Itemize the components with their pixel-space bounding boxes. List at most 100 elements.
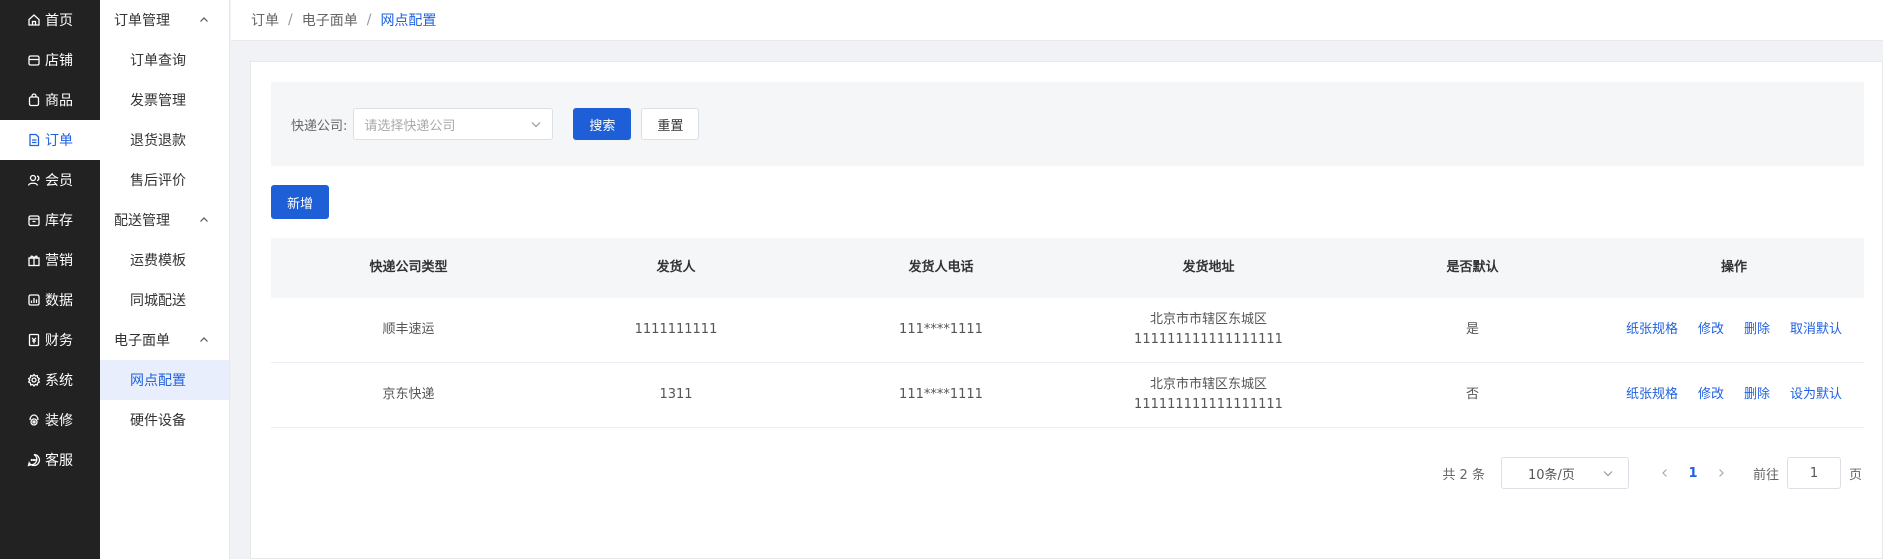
nav-item-goods[interactable]: 商品: [0, 80, 100, 120]
subnav-item-label: 运费模板: [130, 253, 186, 269]
table-row: 顺丰速运 1111111111 111****1111 北京市市辖区东城区 11…: [271, 298, 1864, 363]
subnav-item-local-delivery[interactable]: 同城配送: [100, 280, 229, 320]
table-row: 京东快递 1311 111****1111 北京市市辖区东城区 11111111…: [271, 363, 1864, 428]
chevron-up-icon: [200, 337, 208, 342]
nav-item-label: 订单: [45, 133, 73, 149]
nav-item-members[interactable]: 会员: [0, 160, 100, 200]
subnav-item-label: 售后评价: [130, 173, 186, 189]
company-cell: 京东快递: [382, 387, 435, 402]
subnav-item-label: 同城配送: [130, 293, 186, 309]
breadcrumb-item-waybill[interactable]: 电子面单: [302, 10, 358, 30]
courier-select[interactable]: 请选择快递公司: [353, 108, 554, 140]
subnav-group-delivery-management[interactable]: 配送管理: [100, 200, 229, 240]
subnav-item-label: 订单查询: [130, 53, 186, 69]
default-cell: 否: [1465, 387, 1479, 402]
breadcrumb-separator: /: [366, 12, 372, 28]
box-icon: [27, 213, 41, 227]
main-nav: 首页 店铺 商品 订单 会员 库存 营销 数据 财务 系统 装修 客服: [0, 0, 100, 559]
subnav-item-freight-template[interactable]: 运费模板: [100, 240, 229, 280]
main-content: 快递公司: 请选择快递公司 搜索 重置 新增 快递公司类型 发货人 发货人电话 …: [250, 61, 1883, 559]
nav-item-label: 系统: [45, 373, 73, 389]
subnav-item-order-query[interactable]: 订单查询: [100, 40, 229, 80]
nav-item-inventory[interactable]: 库存: [0, 200, 100, 240]
nav-item-finance[interactable]: 财务: [0, 320, 100, 360]
brush-icon: [27, 413, 41, 427]
breadcrumb-item-orders[interactable]: 订单: [251, 10, 279, 30]
goto-page-input[interactable]: [1786, 457, 1841, 489]
column-header: 操作: [1720, 260, 1747, 275]
chevron-up-icon: [200, 17, 208, 22]
nav-item-label: 会员: [45, 173, 73, 189]
gift-icon: [27, 253, 41, 267]
subnav-item-reviews[interactable]: 售后评价: [100, 160, 229, 200]
edit-link[interactable]: 修改: [1698, 320, 1724, 340]
subnav-group-order-management[interactable]: 订单管理: [100, 0, 229, 40]
breadcrumb: 订单 / 电子面单 / 网点配置: [231, 0, 1883, 41]
prev-page-button[interactable]: [1653, 468, 1677, 478]
nav-item-label: 商品: [45, 93, 73, 109]
subnav-group-label: 订单管理: [114, 13, 170, 29]
set-default-link[interactable]: 设为默认: [1790, 385, 1842, 405]
reset-button[interactable]: 重置: [641, 108, 700, 140]
nav-item-label: 营销: [45, 253, 73, 269]
nav-item-label: 首页: [45, 13, 73, 29]
delete-link[interactable]: 删除: [1744, 320, 1770, 340]
edit-link[interactable]: 修改: [1698, 385, 1724, 405]
cancel-default-link[interactable]: 取消默认: [1790, 320, 1842, 340]
column-header: 发货人: [656, 260, 696, 275]
document-icon: [27, 133, 41, 147]
nav-item-system[interactable]: 系统: [0, 360, 100, 400]
pagination: 共 2 条 10条/页 1 前往 页: [1442, 457, 1862, 489]
paper-spec-link[interactable]: 纸张规格: [1626, 320, 1678, 340]
nav-item-label: 财务: [45, 333, 73, 349]
next-page-button[interactable]: [1709, 468, 1733, 478]
subnav-item-invoice[interactable]: 发票管理: [100, 80, 229, 120]
page-size-value: 10条/页: [1527, 467, 1575, 483]
sender-cell: 1111111111: [634, 322, 718, 337]
chevron-up-icon: [200, 217, 208, 222]
page-number[interactable]: 1: [1677, 466, 1709, 481]
column-header: 是否默认: [1446, 260, 1499, 275]
subnav-group-label: 电子面单: [114, 333, 170, 349]
nav-item-marketing[interactable]: 营销: [0, 240, 100, 280]
nav-item-label: 店铺: [45, 53, 73, 69]
address-line: 北京市市辖区东城区: [1149, 377, 1267, 392]
chart-icon: [27, 293, 41, 307]
paper-spec-link[interactable]: 纸张规格: [1626, 385, 1678, 405]
nav-item-data[interactable]: 数据: [0, 280, 100, 320]
nav-item-orders[interactable]: 订单: [0, 120, 100, 160]
column-header: 快递公司类型: [369, 260, 448, 275]
breadcrumb-item-current: 网点配置: [380, 13, 437, 29]
delete-link[interactable]: 删除: [1744, 385, 1770, 405]
nav-item-home[interactable]: 首页: [0, 0, 100, 40]
default-cell: 是: [1465, 322, 1479, 337]
search-button[interactable]: 搜索: [573, 108, 632, 140]
shop-icon: [27, 53, 41, 67]
subnav-item-label: 发票管理: [130, 93, 186, 109]
address-line: 北京市市辖区东城区: [1149, 312, 1267, 327]
subnav-group-electronic-waybill[interactable]: 电子面单: [100, 320, 229, 360]
page-size-select[interactable]: 10条/页: [1500, 457, 1629, 489]
nav-item-shop[interactable]: 店铺: [0, 40, 100, 80]
page-unit-label: 页: [1848, 467, 1862, 483]
column-header: 发货人电话: [908, 260, 974, 275]
actions-cell: 纸张规格 修改 删除 设为默认: [1604, 385, 1864, 405]
subnav-item-refund[interactable]: 退货退款: [100, 120, 229, 160]
address-line: 111111111111111111: [1134, 332, 1283, 347]
courier-select-placeholder: 请选择快递公司: [364, 118, 456, 134]
chevron-down-icon: [1603, 471, 1613, 477]
chevron-right-icon: [1719, 469, 1724, 477]
nav-item-label: 装修: [45, 413, 73, 429]
subnav-group-label: 配送管理: [114, 213, 170, 229]
subnav-item-hardware[interactable]: 硬件设备: [100, 400, 229, 440]
nav-item-service[interactable]: 客服: [0, 440, 100, 480]
sender-cell: 1311: [659, 387, 693, 402]
subnav-item-outlet-config[interactable]: 网点配置: [100, 360, 229, 400]
nav-item-decoration[interactable]: 装修: [0, 400, 100, 440]
company-cell: 顺丰速运: [382, 322, 435, 337]
chat-icon: [27, 453, 41, 467]
table-header: 快递公司类型 发货人 发货人电话 发货地址 是否默认 操作: [271, 238, 1864, 298]
address-line: 111111111111111111: [1134, 397, 1283, 412]
subnav-item-label: 退货退款: [130, 133, 186, 149]
add-button[interactable]: 新增: [271, 185, 329, 219]
